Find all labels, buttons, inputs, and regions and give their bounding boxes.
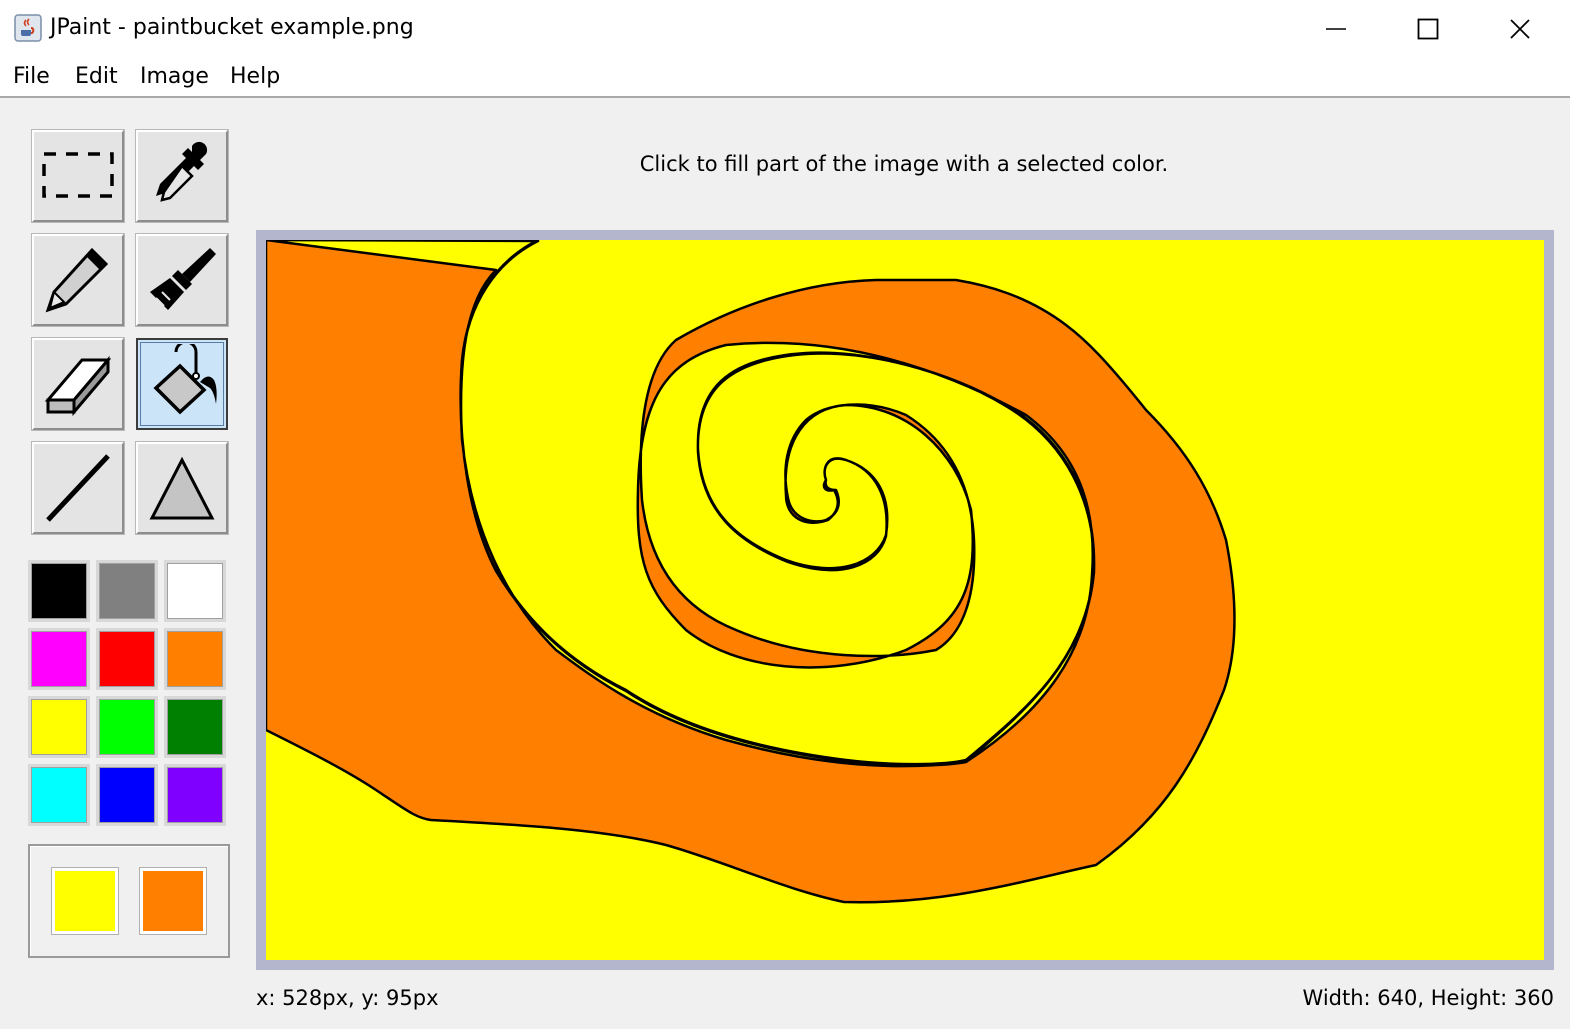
secondary-color-swatch[interactable] bbox=[140, 868, 206, 934]
palette-swatch[interactable] bbox=[164, 628, 226, 690]
drawing-canvas[interactable] bbox=[266, 240, 1544, 960]
maximize-button[interactable] bbox=[1382, 0, 1474, 58]
eraser-icon bbox=[44, 355, 112, 417]
select-tool-button[interactable] bbox=[32, 130, 124, 222]
palette-swatch[interactable] bbox=[28, 764, 90, 826]
close-icon bbox=[1510, 19, 1530, 39]
image-dimensions: Width: 640, Height: 360 bbox=[1302, 986, 1554, 1010]
eyedropper-icon bbox=[156, 141, 208, 202]
current-colors-panel bbox=[28, 844, 230, 958]
menu-file[interactable]: File bbox=[12, 62, 51, 92]
palette-swatch[interactable] bbox=[164, 764, 226, 826]
paint-bucket-tool-button[interactable] bbox=[136, 338, 228, 430]
palette-swatch[interactable] bbox=[96, 764, 158, 826]
pencil-tool-button[interactable] bbox=[32, 234, 124, 326]
window-title: JPaint - paintbucket example.png bbox=[50, 15, 414, 40]
triangle-icon bbox=[149, 456, 215, 520]
palette-swatch[interactable] bbox=[96, 696, 158, 758]
menu-edit[interactable]: Edit bbox=[74, 62, 119, 92]
paintbrush-icon bbox=[150, 248, 216, 310]
palette-swatch[interactable] bbox=[164, 560, 226, 622]
palette-swatch[interactable] bbox=[96, 628, 158, 690]
canvas-frame bbox=[256, 230, 1554, 970]
close-button[interactable] bbox=[1474, 0, 1566, 58]
menu-image[interactable]: Image bbox=[139, 62, 210, 92]
tool-hint: Click to fill part of the image with a s… bbox=[639, 152, 1169, 176]
palette-swatch[interactable] bbox=[28, 696, 90, 758]
minimize-button[interactable] bbox=[1290, 0, 1382, 58]
palette-swatch[interactable] bbox=[96, 560, 158, 622]
menu-help[interactable]: Help bbox=[229, 62, 281, 92]
java-app-icon bbox=[14, 14, 42, 42]
palette-swatch[interactable] bbox=[28, 560, 90, 622]
title-bar: JPaint - paintbucket example.png bbox=[0, 0, 1570, 58]
pencil-icon bbox=[45, 247, 109, 313]
minimize-icon bbox=[1326, 28, 1346, 30]
brush-tool-button[interactable] bbox=[136, 234, 228, 326]
primary-color-swatch[interactable] bbox=[52, 868, 118, 934]
eraser-tool-button[interactable] bbox=[32, 338, 124, 430]
palette-swatch[interactable] bbox=[28, 628, 90, 690]
palette-swatch[interactable] bbox=[164, 696, 226, 758]
shape-tool-button[interactable] bbox=[136, 442, 228, 534]
color-picker-tool-button[interactable] bbox=[136, 130, 228, 222]
menu-bar: File Edit Image Help bbox=[0, 58, 1570, 98]
paint-bucket-icon bbox=[153, 344, 217, 415]
line-icon bbox=[46, 454, 110, 522]
cursor-position: x: 528px, y: 95px bbox=[256, 986, 439, 1010]
dashed-rectangle-icon bbox=[42, 152, 114, 198]
maximize-icon bbox=[1417, 18, 1439, 40]
line-tool-button[interactable] bbox=[32, 442, 124, 534]
